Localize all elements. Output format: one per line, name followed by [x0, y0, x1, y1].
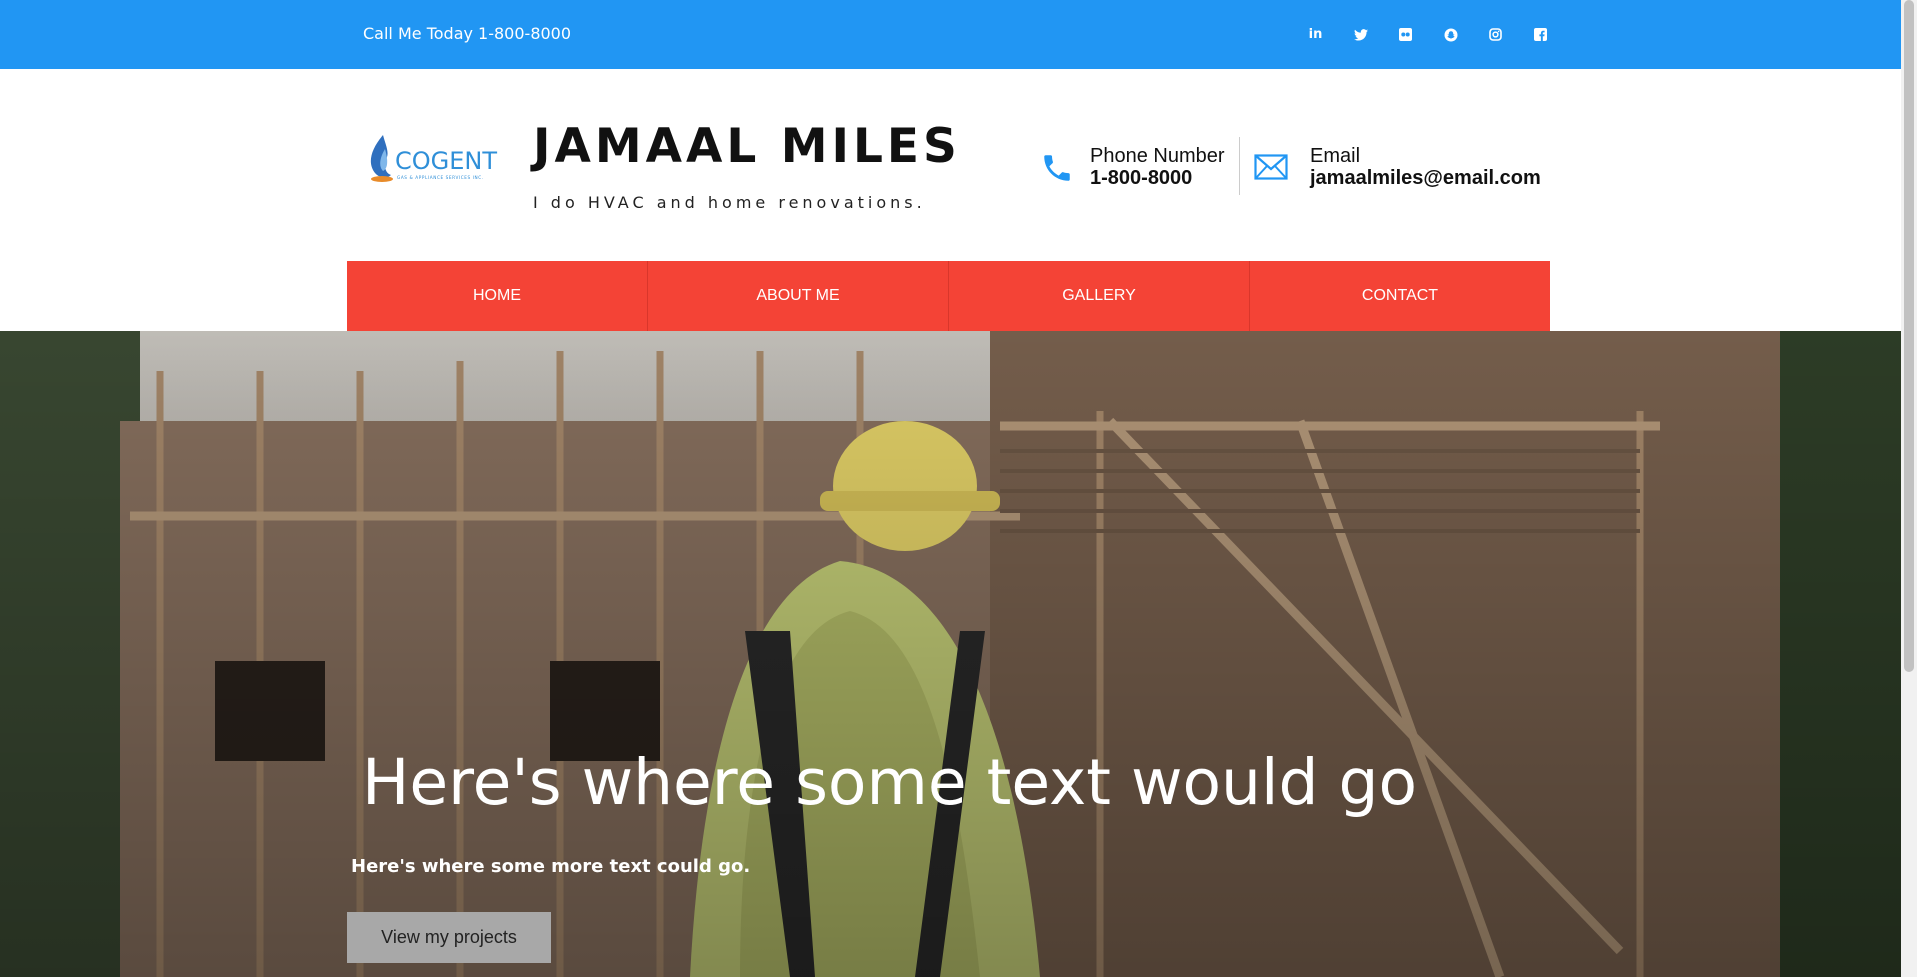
hero-section: Here's where some text would go Here's w… [0, 331, 1901, 977]
logo-text: COGENT [395, 147, 497, 175]
nav-gallery[interactable]: GALLERY [949, 261, 1250, 331]
facebook-icon[interactable] [1518, 24, 1563, 45]
envelope-icon [1254, 154, 1288, 180]
site-header: COGENT GAS & APPLIANCE SERVICES INC. JAM… [0, 69, 1901, 261]
phone-contact[interactable]: Phone Number 1-800-8000 [1040, 145, 1225, 189]
nav-about-me[interactable]: ABOUT ME [648, 261, 949, 331]
email-label: Email [1310, 145, 1361, 167]
hero-title: Here's where some text would go [362, 746, 1418, 819]
flickr-icon[interactable] [1383, 24, 1428, 45]
email-value: jamaalmiles@email.com [1310, 167, 1541, 189]
hero-subtitle: Here's where some more text could go. [351, 856, 751, 877]
logo-subtext: GAS & APPLIANCE SERVICES INC. [397, 175, 484, 180]
email-contact[interactable]: Email jamaalmiles@email.com [1254, 145, 1541, 189]
page-scrollbar[interactable] [1901, 0, 1917, 977]
nav-home[interactable]: HOME [347, 261, 648, 331]
nav-contact[interactable]: CONTACT [1250, 261, 1550, 331]
linkedin-icon[interactable]: in [1293, 24, 1338, 45]
social-links: in [1293, 24, 1563, 45]
cogent-logo[interactable]: COGENT GAS & APPLIANCE SERVICES INC. [361, 129, 511, 195]
contact-divider [1239, 137, 1240, 195]
scrollbar-thumb[interactable] [1904, 0, 1914, 672]
call-me-text: Call Me Today 1-800-8000 [363, 24, 572, 43]
top-bar: Call Me Today 1-800-8000 in [0, 0, 1901, 69]
site-title: JAMAAL MILES [533, 119, 961, 174]
snapchat-icon[interactable] [1428, 24, 1473, 45]
phone-label: Phone Number [1090, 145, 1225, 167]
hero-background-image [0, 331, 1901, 977]
phone-value: 1-800-8000 [1090, 167, 1193, 189]
view-projects-button[interactable]: View my projects [347, 912, 551, 963]
twitter-icon[interactable] [1338, 24, 1383, 45]
phone-icon [1044, 155, 1070, 181]
site-tagline: I do HVAC and home renovations. [533, 193, 926, 212]
instagram-icon[interactable] [1473, 24, 1518, 45]
main-nav: HOME ABOUT ME GALLERY CONTACT [347, 261, 1550, 331]
